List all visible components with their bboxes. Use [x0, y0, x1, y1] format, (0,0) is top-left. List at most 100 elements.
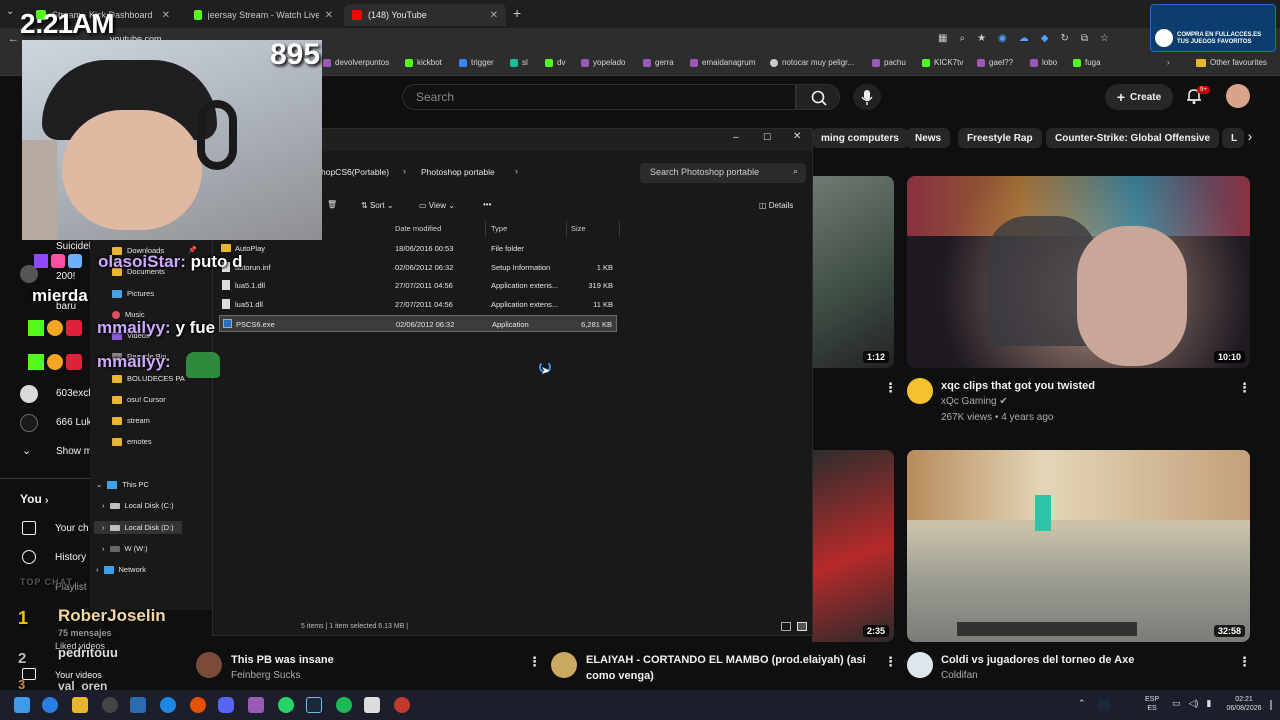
bookmark[interactable]: pachu: [872, 58, 906, 67]
channel-avatar[interactable]: [20, 414, 38, 432]
video-thumbnail[interactable]: 1:12: [812, 176, 894, 368]
tree-item-network[interactable]: › Network: [96, 565, 146, 574]
more-options-icon[interactable]: ⋮: [884, 380, 897, 396]
spotify-icon[interactable]: [336, 697, 352, 713]
apps-icon[interactable]: ▦: [938, 33, 947, 44]
channel-name[interactable]: xQc Gaming ✔: [941, 396, 1008, 407]
tiles-view-icon[interactable]: [797, 622, 807, 631]
ad-banner[interactable]: COMPRA EN FULLACCES.ES TUS JUEGOS FAVORI…: [1150, 4, 1276, 52]
file-row-selected[interactable]: PSCS6.exe 02/06/2012 06:32 Application 6…: [219, 315, 617, 332]
file-explorer-icon[interactable]: [72, 697, 88, 713]
nav-item[interactable]: emotes: [112, 437, 152, 446]
chip[interactable]: ming computers: [812, 128, 908, 148]
bookmark[interactable]: gael??: [977, 58, 1013, 67]
minimize-button[interactable]: –: [733, 132, 739, 143]
more-options-icon[interactable]: ⋮: [1238, 380, 1251, 396]
extension-icon[interactable]: ☁: [1019, 33, 1029, 44]
close-icon[interactable]: ✕: [162, 10, 170, 21]
sidebar-item-history[interactable]: History: [55, 552, 86, 563]
chevron-down-icon[interactable]: ⌄: [22, 444, 31, 457]
channel-avatar[interactable]: [196, 652, 222, 678]
bookmark[interactable]: fuga: [1073, 58, 1101, 67]
sort-button[interactable]: ⇅ Sort ⌄: [361, 201, 394, 210]
details-view-icon[interactable]: [781, 622, 791, 631]
column-header[interactable]: Size: [571, 224, 586, 233]
column-header[interactable]: Type: [491, 224, 507, 233]
video-title[interactable]: This PB was insane: [231, 652, 334, 668]
tree-item-drive[interactable]: › W (W:): [102, 544, 148, 553]
split-icon[interactable]: ⧉: [1081, 33, 1088, 44]
file-row[interactable]: autorun.inf 02/06/2012 06:32 Setup Infor…: [219, 259, 617, 276]
new-tab-button[interactable]: +: [513, 5, 521, 21]
chip[interactable]: Freestyle Rap: [958, 128, 1042, 148]
extension-icon[interactable]: ◉: [998, 33, 1007, 44]
extension-icon[interactable]: ◆: [1041, 33, 1049, 44]
app-icon[interactable]: [160, 697, 176, 713]
back-icon[interactable]: ←: [8, 33, 19, 45]
channel-avatar[interactable]: [907, 652, 933, 678]
nav-item[interactable]: BOLUDECES PA: [112, 374, 185, 383]
explorer-search-input[interactable]: Search Photoshop portable ⌕: [640, 163, 806, 183]
nav-item[interactable]: osu! Cursor: [112, 395, 166, 404]
bookmark[interactable]: gerra: [643, 58, 674, 67]
tree-item-drive-selected[interactable]: › Local Disk (D:): [94, 521, 182, 534]
search-input[interactable]: Search: [402, 84, 796, 110]
nav-item[interactable]: stream: [112, 416, 150, 425]
chip[interactable]: Counter-Strike: Global Offensive: [1046, 128, 1220, 148]
breadcrumb-item[interactable]: Photoshop portable: [421, 167, 495, 177]
favorites-icon[interactable]: ☆: [1100, 33, 1109, 44]
maximize-button[interactable]: ☐: [763, 132, 771, 143]
bookmark[interactable]: lobo: [1030, 58, 1057, 67]
chevron-right-icon[interactable]: ›: [1240, 128, 1260, 148]
close-icon[interactable]: ✕: [325, 10, 333, 21]
discord-icon[interactable]: [218, 697, 234, 713]
bookmark[interactable]: devolverpuntos: [323, 58, 389, 67]
bookmark[interactable]: notocar muy peligr...: [770, 58, 854, 67]
sidebar-subscription[interactable]: 603excl: [56, 388, 90, 399]
delete-icon[interactable]: 🗑: [327, 200, 337, 209]
whatsapp-icon[interactable]: [278, 697, 294, 713]
language-indicator[interactable]: ESP ES: [1142, 695, 1162, 713]
edge-icon[interactable]: [42, 697, 58, 713]
more-options-button[interactable]: •••: [483, 200, 491, 209]
bookmark[interactable]: emaidanagrum: [690, 58, 755, 67]
breadcrumb-item[interactable]: hopCS6(Portable): [321, 167, 389, 177]
tree-item-this-pc[interactable]: ⌄ This PC: [96, 480, 149, 489]
create-button[interactable]: + Create: [1105, 84, 1173, 110]
column-header[interactable]: Date modified: [395, 224, 441, 233]
app-icon[interactable]: [394, 697, 410, 713]
voice-search-button[interactable]: [853, 84, 881, 110]
star-icon[interactable]: ★: [977, 33, 986, 44]
more-options-icon[interactable]: ⋮: [1238, 654, 1251, 670]
other-favourites[interactable]: Other favourites: [1196, 58, 1267, 67]
tray-steam-icon[interactable]: [1098, 699, 1110, 711]
video-thumbnail[interactable]: 2:35: [812, 450, 894, 642]
bookmark[interactable]: yopelado: [581, 58, 625, 67]
search-button[interactable]: [796, 84, 840, 110]
more-options-icon[interactable]: ⋮: [884, 654, 897, 670]
channel-avatar[interactable]: [20, 385, 38, 403]
video-title[interactable]: ELAIYAH - CORTANDO EL MAMBO (prod.elaiya…: [586, 652, 871, 684]
obs-icon[interactable]: [190, 697, 206, 713]
channel-name[interactable]: Feinberg Sucks: [231, 670, 300, 681]
chevron-right-icon[interactable]: ›: [1167, 58, 1170, 67]
volume-icon[interactable]: ◁): [1189, 698, 1199, 709]
file-row[interactable]: lua51.dll 27/07/2011 04:56 Application e…: [219, 296, 617, 313]
sidebar-subscription[interactable]: 666 Luk: [56, 417, 92, 428]
nav-item[interactable]: Pictures: [112, 289, 154, 298]
app-icon[interactable]: [248, 697, 264, 713]
show-more[interactable]: Show m: [56, 446, 92, 457]
file-row[interactable]: AutoPlay 18/06/2016 00:53 File folder: [219, 240, 617, 257]
sidebar-subscription[interactable]: Suicidel: [56, 241, 91, 252]
show-desktop-button[interactable]: [1270, 700, 1272, 710]
windows-start-icon[interactable]: [14, 697, 30, 713]
network-icon[interactable]: ▭: [1172, 698, 1181, 709]
bookmark[interactable]: sl: [510, 58, 528, 67]
app-icon[interactable]: [130, 697, 146, 713]
more-options-icon[interactable]: ⋮: [528, 654, 541, 670]
file-row[interactable]: lua5.1.dll 27/07/2011 04:56 Application …: [219, 277, 617, 294]
browser-tab-active[interactable]: (148) YouTube ✕: [344, 4, 506, 26]
tab-search-icon[interactable]: ⌄: [6, 6, 14, 17]
chevron-up-icon[interactable]: ⌃: [1078, 698, 1086, 709]
tree-item-drive[interactable]: › Local Disk (C:): [102, 501, 174, 510]
